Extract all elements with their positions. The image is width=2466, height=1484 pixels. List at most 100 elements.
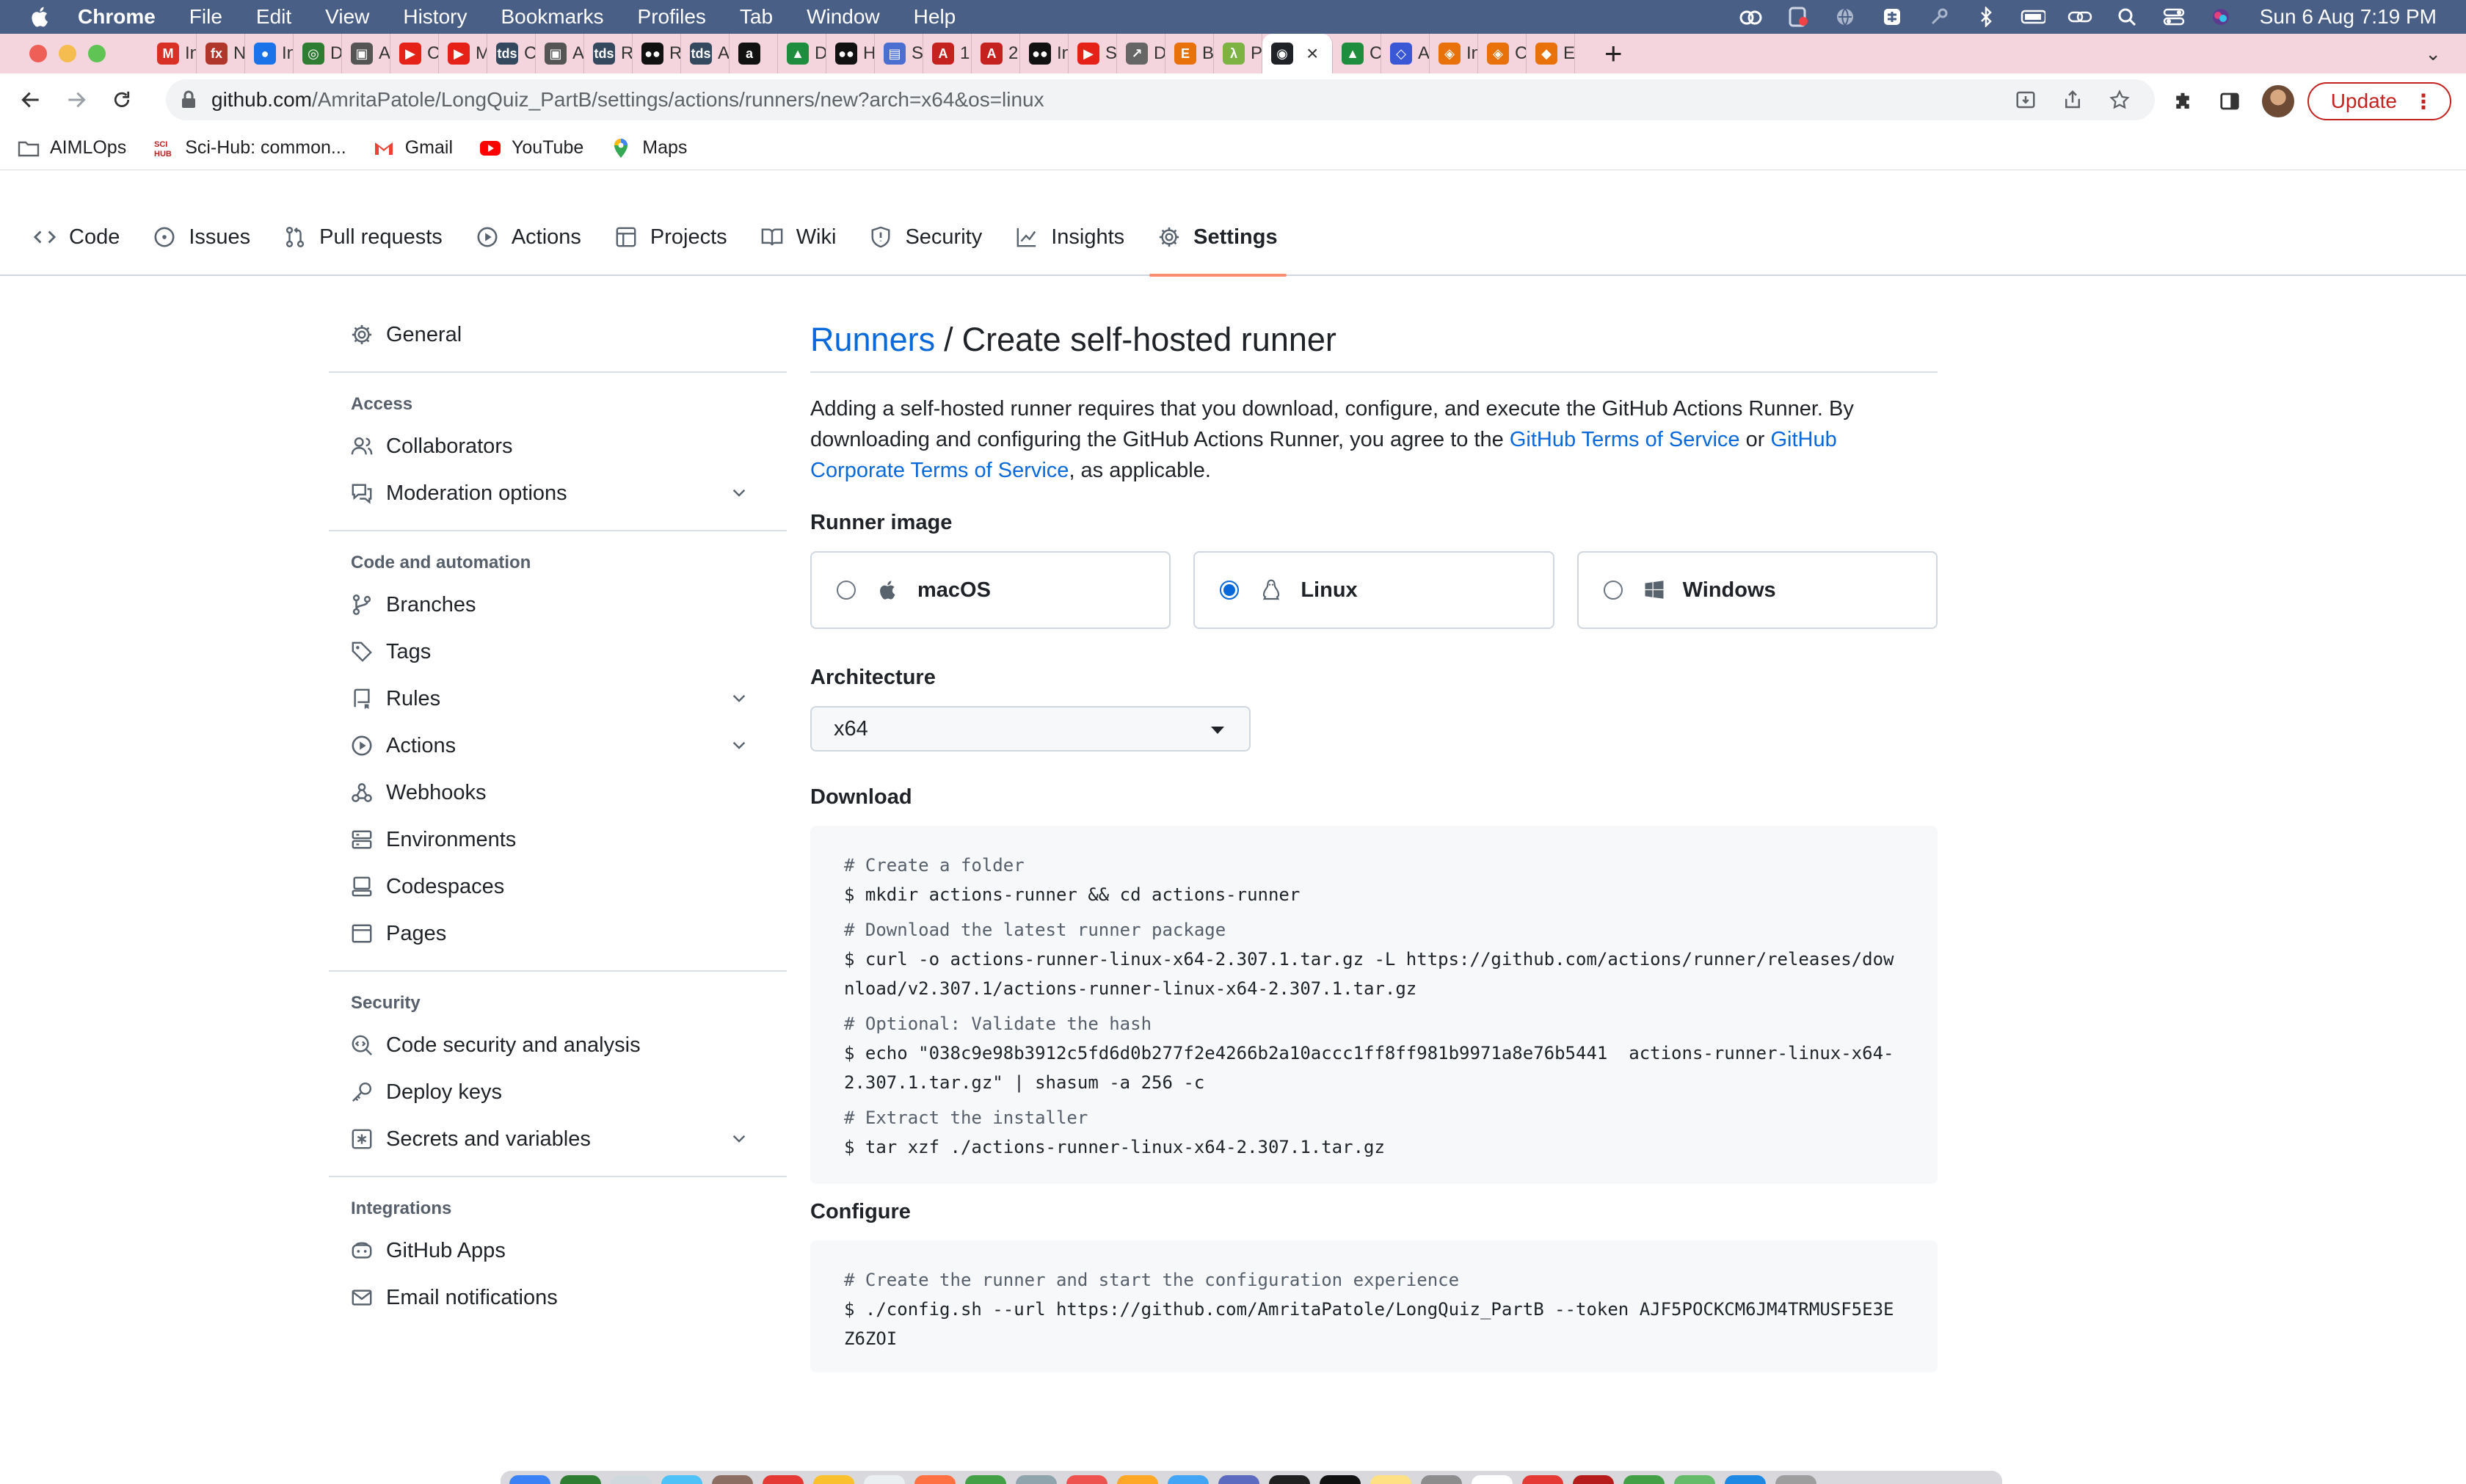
dock-app-icon[interactable] bbox=[661, 1475, 702, 1484]
browser-tab[interactable]: ◈ C bbox=[1478, 34, 1527, 73]
extensions-puzzle-icon[interactable] bbox=[2168, 87, 2197, 116]
os-option-macos[interactable]: macOS bbox=[810, 551, 1171, 629]
dock-app-icon[interactable] bbox=[1472, 1475, 1513, 1484]
code-command[interactable]: $ ./config.sh --url https://github.com/A… bbox=[844, 1295, 1904, 1353]
os-option-windows[interactable]: Windows bbox=[1576, 551, 1938, 629]
dock-app-icon[interactable] bbox=[1725, 1475, 1766, 1484]
dock-app-icon[interactable] bbox=[1522, 1475, 1563, 1484]
bookmark-aimlops[interactable]: AIMLOps bbox=[18, 137, 126, 159]
bookmark-gmail[interactable]: Gmail bbox=[373, 137, 453, 159]
tab-search-chevron-icon[interactable]: ⌄ bbox=[2425, 43, 2441, 65]
sidebar-item-codespaces[interactable]: Codespaces bbox=[329, 863, 787, 910]
browser-tab[interactable]: ◈In bbox=[1430, 34, 1478, 73]
dock-app-icon[interactable] bbox=[1370, 1475, 1411, 1484]
browser-tab[interactable]: tds A bbox=[681, 34, 730, 73]
dock-app-icon[interactable] bbox=[1066, 1475, 1107, 1484]
sidebar-item-collaborators[interactable]: Collaborators bbox=[329, 423, 787, 470]
sidebar-item-general[interactable]: General bbox=[329, 311, 787, 358]
back-button[interactable] bbox=[16, 85, 46, 114]
dock-app-icon[interactable] bbox=[1623, 1475, 1665, 1484]
siri-icon[interactable] bbox=[2208, 6, 2233, 28]
bluetooth-icon[interactable] bbox=[1974, 6, 1998, 28]
menu-app-chrome[interactable]: Chrome bbox=[78, 5, 156, 29]
creative-cloud-icon[interactable] bbox=[1739, 6, 1764, 28]
tab-code[interactable]: Code bbox=[34, 199, 120, 275]
sidebar-item-webhooks[interactable]: Webhooks bbox=[329, 769, 787, 816]
browser-tab[interactable]: ●● In bbox=[1020, 34, 1069, 73]
menu-help[interactable]: Help bbox=[914, 5, 956, 29]
sidebar-item-code-security[interactable]: Code security and analysis bbox=[329, 1022, 787, 1069]
tab-settings[interactable]: Settings bbox=[1149, 199, 1287, 277]
tab-projects[interactable]: Projects bbox=[615, 199, 727, 275]
sidebar-item-rules[interactable]: Rules bbox=[329, 675, 787, 722]
sidebar-item-github-apps[interactable]: GitHub Apps bbox=[329, 1227, 787, 1274]
sidebar-item-email-notifications[interactable]: Email notifications bbox=[329, 1274, 787, 1321]
sidebar-item-secrets[interactable]: Secrets and variables bbox=[329, 1116, 787, 1163]
browser-tab[interactable]: tds C bbox=[487, 34, 536, 73]
sidebar-item-branches[interactable]: Branches bbox=[329, 581, 787, 628]
macos-radio[interactable] bbox=[837, 581, 856, 600]
share-icon[interactable] bbox=[2059, 87, 2086, 113]
dock-app-icon[interactable] bbox=[914, 1475, 956, 1484]
dock-app-icon[interactable] bbox=[763, 1475, 804, 1484]
sidebar-item-pages[interactable]: Pages bbox=[329, 910, 787, 957]
browser-tab[interactable]: A 1! bbox=[923, 34, 972, 73]
terms-of-service-link[interactable]: GitHub Terms of Service bbox=[1510, 428, 1740, 451]
url-text[interactable]: github.com/AmritaPatole/LongQuiz_PartB/s… bbox=[211, 88, 1044, 112]
browser-tab[interactable]: A2! bbox=[972, 34, 1020, 73]
menu-edit[interactable]: Edit bbox=[256, 5, 291, 29]
browser-tab[interactable]: ▶M bbox=[439, 34, 487, 73]
dock-app-icon[interactable] bbox=[611, 1475, 652, 1484]
bookmark-star-icon[interactable] bbox=[2106, 87, 2133, 113]
dock-app-icon[interactable] bbox=[1674, 1475, 1715, 1484]
code-command[interactable]: $ mkdir actions-runner && cd actions-run… bbox=[844, 880, 1904, 909]
code-command[interactable]: $ tar xzf ./actions-runner-linux-x64-2.3… bbox=[844, 1132, 1904, 1162]
close-tab-icon[interactable]: × bbox=[1306, 42, 1318, 65]
dock-app-icon[interactable] bbox=[1218, 1475, 1259, 1484]
dock-app-icon[interactable] bbox=[1320, 1475, 1361, 1484]
control-center-icon[interactable] bbox=[2161, 6, 2186, 28]
runners-breadcrumb-link[interactable]: Runners bbox=[810, 321, 935, 359]
lock-icon[interactable] bbox=[181, 90, 197, 109]
menu-history[interactable]: History bbox=[403, 5, 467, 29]
sidebar-item-actions[interactable]: Actions bbox=[329, 722, 787, 769]
dock-app-icon[interactable] bbox=[864, 1475, 905, 1484]
install-app-icon[interactable] bbox=[2012, 87, 2039, 113]
vpn-icon[interactable] bbox=[1880, 6, 1905, 28]
minimize-window-icon[interactable] bbox=[59, 45, 76, 62]
sidebar-item-moderation[interactable]: Moderation options bbox=[329, 470, 787, 517]
sidebar-item-tags[interactable]: Tags bbox=[329, 628, 787, 675]
menu-bookmarks[interactable]: Bookmarks bbox=[501, 5, 603, 29]
tab-security[interactable]: Security bbox=[870, 199, 982, 275]
bookmark-scihub[interactable]: SCI HUB Sci-Hub: common... bbox=[153, 137, 346, 159]
profile-avatar[interactable] bbox=[2261, 85, 2294, 117]
dock-app-icon[interactable] bbox=[813, 1475, 854, 1484]
chevron-down-icon[interactable] bbox=[730, 688, 749, 708]
spotlight-search-icon[interactable] bbox=[2114, 6, 2139, 28]
dock-app-icon[interactable] bbox=[1016, 1475, 1057, 1484]
browser-tab[interactable]: ◆ E bbox=[1527, 34, 1575, 73]
browser-tab[interactable]: ▣ A bbox=[342, 34, 390, 73]
linux-radio[interactable] bbox=[1220, 581, 1240, 600]
bookmark-maps[interactable]: Maps bbox=[610, 137, 687, 159]
menu-profiles[interactable]: Profiles bbox=[638, 5, 706, 29]
tab-wiki[interactable]: Wiki bbox=[761, 199, 836, 275]
browser-tab[interactable]: ●● H bbox=[826, 34, 875, 73]
browser-tab[interactable]: M In bbox=[148, 34, 197, 73]
browser-tab[interactable]: ▶ S bbox=[1069, 34, 1117, 73]
dock-app-icon[interactable] bbox=[712, 1475, 753, 1484]
dock-app-icon[interactable] bbox=[560, 1475, 601, 1484]
menu-view[interactable]: View bbox=[325, 5, 369, 29]
menu-window[interactable]: Window bbox=[807, 5, 880, 29]
tab-actions[interactable]: Actions bbox=[476, 199, 581, 275]
browser-tab[interactable]: ●● R bbox=[633, 34, 681, 73]
dock-app-icon[interactable] bbox=[1168, 1475, 1209, 1484]
link-icon[interactable] bbox=[2067, 6, 2092, 28]
dock-app-icon[interactable] bbox=[965, 1475, 1006, 1484]
download-code-block[interactable]: # Create a folder $ mkdir actions-runner… bbox=[810, 826, 1938, 1184]
browser-tab[interactable]: ◇ A bbox=[1381, 34, 1430, 73]
menu-file[interactable]: File bbox=[189, 5, 222, 29]
os-option-linux[interactable]: Linux bbox=[1193, 551, 1554, 629]
browser-tab[interactable]: ▤ S bbox=[875, 34, 923, 73]
sidebar-item-environments[interactable]: Environments bbox=[329, 816, 787, 863]
